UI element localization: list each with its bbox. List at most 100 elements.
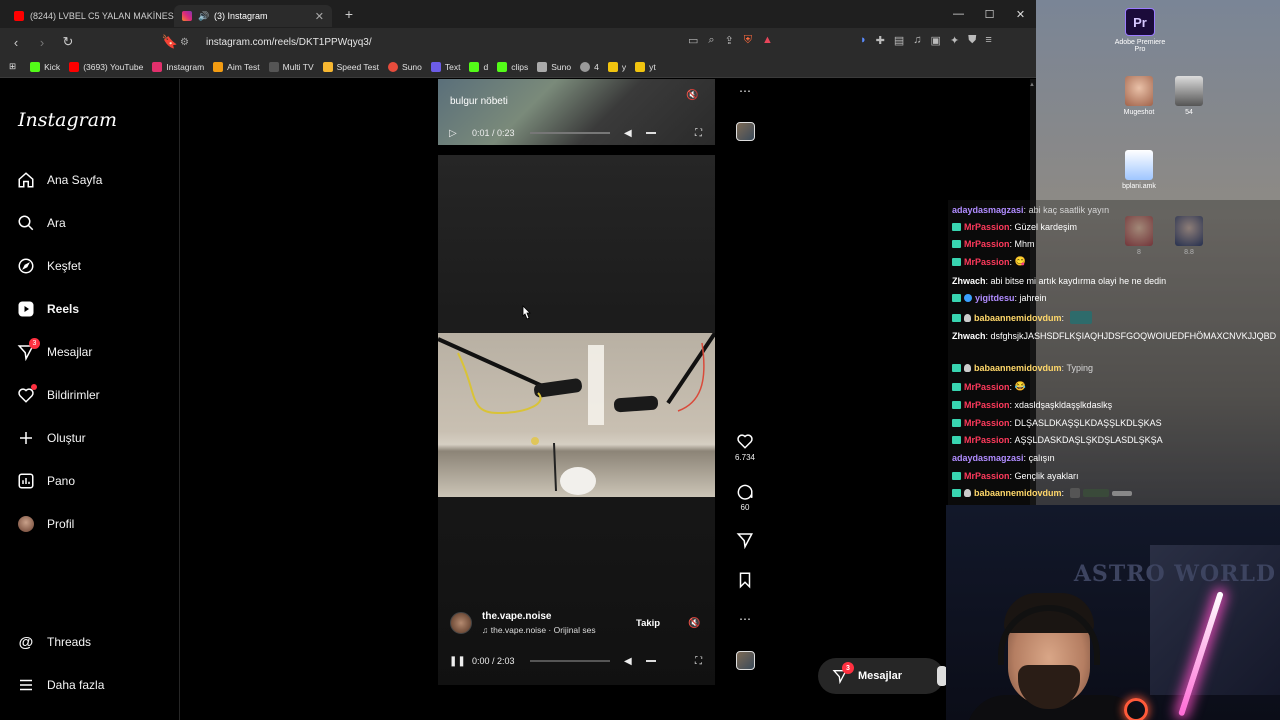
- maximize-icon[interactable]: ☐: [974, 0, 1005, 28]
- subscriber-badge-icon: [952, 257, 961, 266]
- bookmark-text[interactable]: Text: [430, 61, 460, 72]
- subscriber-badge-icon: [952, 472, 961, 480]
- reel-username[interactable]: the.vape.noise: [482, 611, 551, 622]
- volume-icon[interactable]: ◀: [624, 656, 632, 667]
- cast-icon[interactable]: ▭: [688, 34, 698, 47]
- reel-audio[interactable]: ♫ the.vape.noise · Orijinal ses: [482, 625, 596, 635]
- leo-icon[interactable]: ✦: [950, 34, 959, 47]
- site-settings-icon[interactable]: ⚙: [180, 37, 194, 48]
- volume-slider[interactable]: [646, 132, 656, 134]
- chat-message: yigitdesu: jahrein: [952, 293, 1047, 303]
- nav-messages[interactable]: 3 Mesajlar: [17, 338, 92, 361]
- follow-button[interactable]: Takip: [636, 618, 660, 629]
- window-close-icon[interactable]: ✕: [1005, 0, 1036, 28]
- new-tab-button[interactable]: +: [338, 6, 360, 22]
- reload-icon[interactable]: ↻: [58, 34, 78, 50]
- zoom-icon[interactable]: ⌕: [708, 34, 714, 47]
- bookmark-aim-test[interactable]: Aim Test: [213, 61, 260, 72]
- progress-bar[interactable]: [530, 660, 610, 662]
- share-action[interactable]: [733, 531, 757, 549]
- bookmark-suno[interactable]: Suno: [388, 61, 422, 72]
- stream-chat: adaydasmagzasi: abi kaç saatlik yayın Mr…: [948, 200, 1280, 505]
- play-icon[interactable]: ▷: [449, 128, 457, 139]
- back-icon[interactable]: ‹: [6, 35, 26, 50]
- fullscreen-icon[interactable]: ⛶: [695, 128, 702, 139]
- mute-icon[interactable]: 🔇: [688, 618, 700, 629]
- music-note-icon: ♫: [482, 625, 491, 635]
- nav-search[interactable]: Ara: [17, 214, 66, 232]
- pause-icon[interactable]: ❚❚: [449, 656, 466, 667]
- avatar[interactable]: [450, 612, 472, 634]
- brave-rewards-icon[interactable]: ▲: [762, 34, 773, 47]
- folder-icon: [635, 61, 646, 72]
- puzzle-icon[interactable]: ✚: [876, 34, 885, 47]
- nav-profile[interactable]: Profil: [17, 515, 74, 533]
- fullscreen-icon[interactable]: ⛶: [695, 656, 702, 667]
- nav-reels[interactable]: Reels: [17, 300, 79, 318]
- reel-previous[interactable]: bulgur nöbeti ▷ 0:01 / 0:23 ◀ ⛶: [438, 79, 715, 145]
- desktop-icon-bplani[interactable]: bplani.amk: [1109, 150, 1169, 190]
- instagram-sidebar: Instagram Ana Sayfa Ara Keşfet Reels 3 M…: [0, 79, 180, 720]
- subscriber-badge-icon: [952, 223, 961, 231]
- video-controls: ▷ 0:01 / 0:23 ◀ ⛶: [438, 125, 715, 141]
- audio-thumbnail[interactable]: [736, 651, 755, 670]
- mute-icon[interactable]: 🔇: [686, 90, 698, 101]
- nav-dashboard[interactable]: Pano: [17, 472, 75, 490]
- desktop-icon-54[interactable]: 54: [1159, 76, 1219, 116]
- emote-icon: [1082, 489, 1109, 497]
- progress-bar[interactable]: [530, 132, 610, 134]
- nav-create[interactable]: Oluştur: [17, 429, 86, 447]
- bookmark-icon[interactable]: 🔖: [160, 34, 180, 50]
- bookmark-clips[interactable]: clips: [497, 61, 528, 72]
- nav-home[interactable]: Ana Sayfa: [17, 171, 102, 189]
- speaker-icon[interactable]: 🔊: [198, 11, 209, 21]
- volume-icon[interactable]: ◀: [624, 128, 632, 139]
- brave-shield-icon[interactable]: ⛨: [744, 34, 752, 47]
- like-action[interactable]: 6.734: [733, 432, 757, 462]
- messages-pill[interactable]: 3 Mesajlar: [818, 658, 944, 694]
- chat-message: MrPassion: Gençlik ayakları: [952, 471, 1079, 481]
- scroll-up-icon[interactable]: ▲: [1029, 82, 1035, 88]
- bookmark-youtube[interactable]: (3693) YouTube: [69, 61, 143, 72]
- extension-icon[interactable]: ◗: [860, 34, 867, 47]
- music-icon[interactable]: ♫: [913, 34, 921, 47]
- audio-thumbnail[interactable]: [736, 122, 755, 141]
- forward-icon[interactable]: ›: [32, 35, 52, 50]
- tab-instagram[interactable]: 🔊 (3) Instagram ✕: [174, 5, 332, 27]
- nav-more[interactable]: Daha fazla: [17, 676, 104, 694]
- more-icon[interactable]: ⋯: [739, 612, 751, 626]
- minimize-icon[interactable]: —: [943, 0, 974, 28]
- apps-icon[interactable]: ⊞: [9, 61, 16, 72]
- bookmark-suno-2[interactable]: Suno: [537, 61, 571, 72]
- desktop-icon-premiere[interactable]: Pr Adobe Premiere Pro: [1110, 8, 1170, 53]
- globe-icon: [580, 61, 591, 72]
- nav-threads[interactable]: @ Threads: [17, 633, 91, 651]
- instagram-logo[interactable]: Instagram: [18, 109, 117, 131]
- share-icon[interactable]: ⇪: [725, 34, 734, 47]
- more-icon[interactable]: ⋯: [739, 84, 751, 98]
- close-icon[interactable]: ✕: [315, 10, 324, 23]
- skull-badge-icon: [964, 313, 971, 322]
- instagram-icon: [182, 11, 192, 21]
- tab-youtube[interactable]: (8244) LVBEL C5 YALAN MAKİNESİNE: [6, 5, 174, 27]
- vpn-icon[interactable]: ⛊: [968, 34, 976, 47]
- menu-icon[interactable]: ≡: [985, 34, 991, 47]
- volume-slider[interactable]: [646, 660, 656, 662]
- reel-current[interactable]: [438, 155, 715, 685]
- video-frame[interactable]: [438, 333, 715, 497]
- bookmark-folder-yt[interactable]: yt: [635, 61, 656, 72]
- comment-action[interactable]: 60: [733, 482, 757, 512]
- bookmark-instagram[interactable]: Instagram: [152, 61, 204, 72]
- bookmark-speed-test[interactable]: Speed Test: [322, 61, 379, 72]
- bookmark-kick[interactable]: Kick: [30, 61, 60, 72]
- save-action[interactable]: [733, 571, 757, 589]
- sidebar-icon[interactable]: ▤: [894, 34, 904, 47]
- bookmark-d[interactable]: d: [469, 61, 488, 72]
- nav-explore[interactable]: Keşfet: [17, 257, 81, 275]
- kick-icon: [497, 61, 508, 72]
- wallet-icon[interactable]: ▣: [931, 34, 941, 47]
- bookmark-multi-tv[interactable]: Multi TV: [268, 61, 314, 72]
- bookmark-folder-y[interactable]: y: [607, 61, 626, 72]
- bookmark-4[interactable]: 4: [580, 61, 599, 72]
- nav-notifications[interactable]: Bildirimler: [17, 384, 100, 404]
